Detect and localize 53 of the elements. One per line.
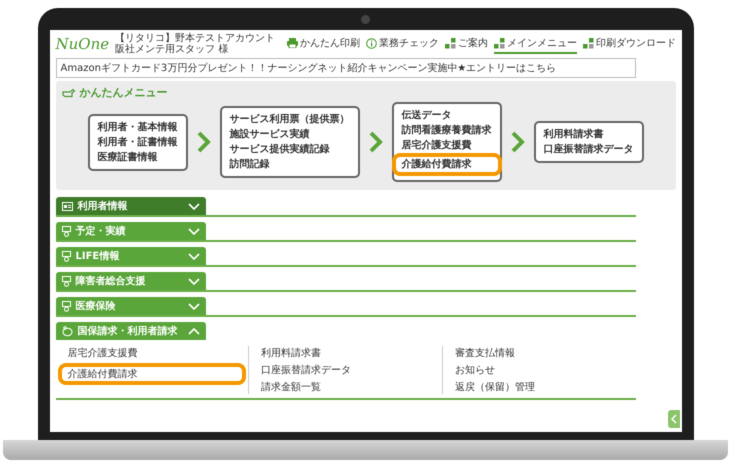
menu-link[interactable]: 請求金額一覧 <box>261 380 430 394</box>
piggy-bank-icon <box>62 326 72 336</box>
chevron-right-icon <box>510 131 526 153</box>
chevron-up-icon <box>188 328 200 334</box>
menu-link[interactable]: 訪問看護療養費請求 <box>402 123 492 138</box>
account-name: 【リタリコ】野本テストアカウント <box>115 33 276 44</box>
section-header[interactable]: 利用者情報 <box>56 197 206 215</box>
menu-link[interactable]: 居宅介護支援費 <box>402 138 492 153</box>
tiles-icon <box>583 38 594 48</box>
menu-link[interactable]: 利用者・証書情報 <box>98 134 178 150</box>
logo[interactable]: NuOne <box>56 35 110 53</box>
chevron-down-icon <box>188 228 200 234</box>
account-role: 阪社メンテ用スタッフ 様 <box>115 44 230 55</box>
menu-link[interactable]: サービス利用票（提供票） <box>230 112 350 127</box>
menu-link[interactable]: 利用料請求書 <box>544 127 634 142</box>
printer-icon <box>287 38 298 48</box>
nav-link[interactable]: ご案内 <box>445 34 488 54</box>
menu-link[interactable]: 施設サービス実績 <box>230 127 350 142</box>
chevron-right-icon <box>368 131 384 153</box>
menu-link[interactable]: 伝送データ <box>402 108 492 123</box>
menu-link[interactable]: 口座振替請求データ <box>261 363 430 377</box>
menu-link[interactable]: 審査支払情報 <box>454 346 624 360</box>
menu-link[interactable]: 利用料請求書 <box>261 346 430 360</box>
chevron-right-icon <box>196 131 212 153</box>
quick-menu-title: かんたんメニュー <box>80 85 168 100</box>
menu-link[interactable]: 口座振替請求データ <box>544 142 634 157</box>
chevron-left-icon <box>670 414 676 424</box>
menu-link[interactable]: 居宅介護支援費 <box>68 346 236 360</box>
device-icon <box>62 226 70 236</box>
chevron-down-icon <box>188 278 200 284</box>
device-icon <box>62 300 70 312</box>
chevron-down-icon <box>188 302 200 310</box>
nav-link[interactable]: 印刷ダウンロード <box>583 34 676 54</box>
campaign-banner-link[interactable]: Amazonギフトカード3万円分プレゼント！！ナーシングネット紹介キャンペーン実施中★エントリーはこちら <box>56 58 636 78</box>
info-icon <box>366 38 378 48</box>
menu-link[interactable]: 訪問記録 <box>230 157 350 172</box>
nav-link[interactable]: メインメニュー <box>494 34 578 54</box>
chevron-down-icon <box>188 252 200 260</box>
camera-icon <box>360 15 370 24</box>
menu-link[interactable]: 利用者・基本情報 <box>98 120 178 134</box>
menu-link[interactable]: 医療証書情報 <box>98 150 178 164</box>
tiles-icon <box>445 38 456 48</box>
tiles-icon <box>494 38 506 48</box>
device-icon <box>62 250 70 262</box>
id-card-icon <box>62 202 72 210</box>
nav-link[interactable]: 業務チェック <box>366 34 440 54</box>
menu-link[interactable]: 返戻（保留）管理 <box>454 380 624 394</box>
chevron-down-icon <box>188 202 200 210</box>
menu-link[interactable]: お知らせ <box>454 363 624 377</box>
side-panel-toggle[interactable] <box>668 410 680 428</box>
nav-link[interactable]: かんたん印刷 <box>287 34 360 54</box>
device-icon <box>62 276 70 286</box>
menu-link[interactable]: サービス提供実績記録 <box>230 142 350 157</box>
